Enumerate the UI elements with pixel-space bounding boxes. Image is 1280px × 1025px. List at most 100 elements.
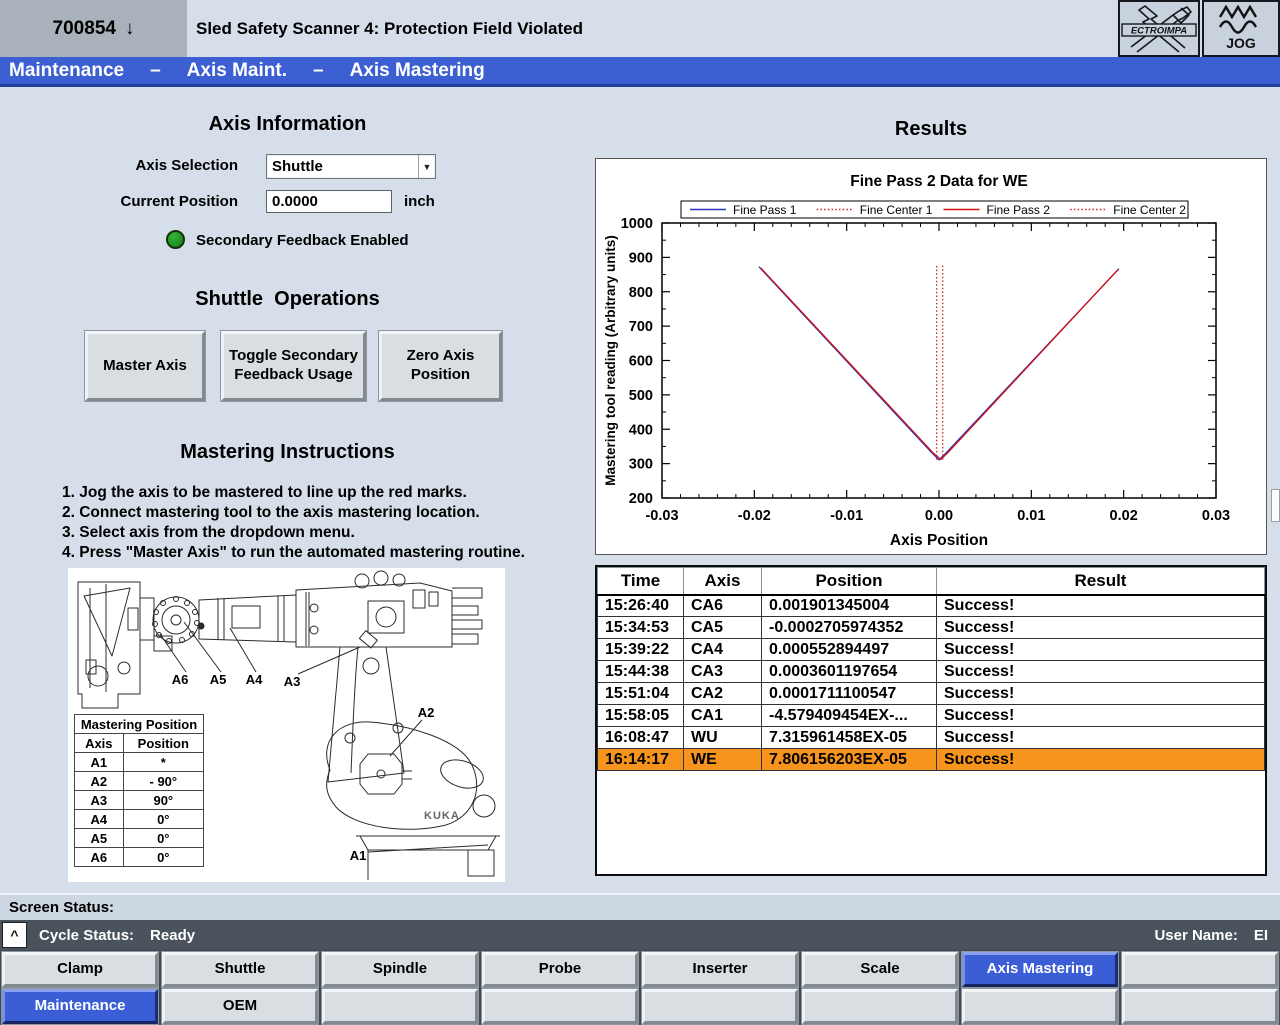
breadcrumb: Maintenance – Axis Maint. – Axis Masteri… bbox=[0, 57, 1280, 87]
robot-brand-label: KUKA bbox=[424, 810, 460, 822]
mastering-table-title: Mastering Position bbox=[75, 715, 204, 734]
chevron-down-icon[interactable]: ▼ bbox=[418, 155, 435, 178]
mastering-position-table: Mastering Position Axis Position A1*A2- … bbox=[74, 714, 204, 867]
bottom-tab-shuttle[interactable]: Shuttle bbox=[162, 952, 318, 987]
breadcrumb-axis-maint[interactable]: Axis Maint. bbox=[187, 60, 287, 82]
bottom-tab-oem[interactable]: OEM bbox=[162, 989, 318, 1024]
x-tick-label: 0.02 bbox=[1110, 508, 1138, 524]
program-id-box[interactable]: 700854 ↓ bbox=[0, 0, 187, 57]
hmi-screen: 700854 ↓ Sled Safety Scanner 4: Protecti… bbox=[0, 0, 1280, 1025]
results-position-cell: 0.0001711100547 bbox=[762, 683, 937, 705]
bottom-tab-empty[interactable] bbox=[482, 989, 638, 1024]
table-row[interactable]: 15:44:38CA30.0003601197654Success! bbox=[598, 661, 1265, 683]
bottom-tab-empty[interactable] bbox=[642, 989, 798, 1024]
mastering-position-cell: 0° bbox=[123, 848, 203, 867]
y-tick-label: 900 bbox=[629, 250, 653, 266]
y-tick-label: 1000 bbox=[621, 216, 653, 232]
instruction-step: 4. Press "Master Axis" to run the automa… bbox=[62, 543, 527, 563]
breadcrumb-maintenance[interactable]: Maintenance bbox=[9, 60, 124, 82]
table-row[interactable]: 16:14:17WE7.806156203EX-05Success! bbox=[598, 749, 1265, 771]
collapse-button[interactable]: ^ bbox=[2, 922, 27, 948]
instruction-step: 1. Jog the axis to be mastered to line u… bbox=[62, 483, 527, 503]
bottom-tab-inserter[interactable]: Inserter bbox=[642, 952, 798, 987]
bottom-tab-empty[interactable] bbox=[962, 989, 1118, 1024]
bottom-tab-empty[interactable] bbox=[1122, 952, 1278, 987]
bottom-tab-empty[interactable] bbox=[1122, 989, 1278, 1024]
master-axis-button[interactable]: Master Axis bbox=[85, 331, 205, 401]
results-col-header: Axis bbox=[684, 568, 762, 595]
scrollbar-fragment[interactable] bbox=[1271, 489, 1280, 522]
alarm-message: Sled Safety Scanner 4: Protection Field … bbox=[196, 0, 1076, 57]
bottom-tab-probe[interactable]: Probe bbox=[482, 952, 638, 987]
results-position-cell: 7.315961458EX-05 bbox=[762, 727, 937, 749]
axis-label-a2: A2 bbox=[418, 705, 435, 720]
results-position-cell: 0.000552894497 bbox=[762, 639, 937, 661]
cycle-status-value: Ready bbox=[150, 927, 195, 944]
mastering-position-cell: - 90° bbox=[123, 772, 203, 791]
jog-mode-button[interactable]: JOG bbox=[1202, 0, 1280, 57]
bottom-tab-empty[interactable] bbox=[322, 989, 478, 1024]
table-row[interactable]: 15:34:53CA5-0.0002705974352Success! bbox=[598, 617, 1265, 639]
operations-title: Shuttle Operations bbox=[85, 288, 490, 311]
bottom-tab-clamp[interactable]: Clamp bbox=[2, 952, 158, 987]
robot-diagram-panel: A6 A5 A4 A3 A2 A1 KUKA Mastering Positio… bbox=[68, 568, 505, 882]
program-id: 700854 bbox=[53, 18, 116, 40]
bottom-tab-spindle[interactable]: Spindle bbox=[322, 952, 478, 987]
current-position-field[interactable]: 0.0000 bbox=[266, 190, 392, 213]
user-name-label: User Name: bbox=[1154, 927, 1237, 944]
jog-label: JOG bbox=[1226, 35, 1256, 51]
secondary-feedback-led bbox=[166, 230, 185, 249]
bottom-tab-maintenance[interactable]: Maintenance bbox=[2, 989, 158, 1024]
results-axis-cell: CA5 bbox=[684, 617, 762, 639]
results-col-header: Result bbox=[937, 568, 1265, 595]
results-axis-cell: CA1 bbox=[684, 705, 762, 727]
results-position-cell: -0.0002705974352 bbox=[762, 617, 937, 639]
results-table: TimeAxisPositionResult 15:26:40CA60.0019… bbox=[597, 567, 1265, 771]
table-row[interactable]: 15:51:04CA20.0001711100547Success! bbox=[598, 683, 1265, 705]
screen-status-bar: Screen Status: bbox=[0, 893, 1280, 920]
axis-label-a6: A6 bbox=[172, 672, 189, 687]
electroimpact-logo-icon: ECTROIMPA bbox=[1121, 3, 1197, 55]
table-row[interactable]: 15:39:22CA40.000552894497Success! bbox=[598, 639, 1265, 661]
bottom-tab-empty[interactable] bbox=[802, 989, 958, 1024]
legend-entry: Fine Center 2 bbox=[1113, 203, 1186, 217]
legend-entry: Fine Center 1 bbox=[860, 203, 933, 217]
instruction-step: 3. Select axis from the dropdown menu. bbox=[62, 523, 527, 543]
down-arrow-icon: ↓ bbox=[125, 18, 135, 40]
results-time-cell: 16:14:17 bbox=[598, 749, 684, 771]
results-axis-cell: CA4 bbox=[684, 639, 762, 661]
mastering-instructions-list: 1. Jog the axis to be mastered to line u… bbox=[62, 483, 527, 564]
mastering-axis-cell: A5 bbox=[75, 829, 124, 848]
results-result-cell: Success! bbox=[937, 617, 1265, 639]
x-tick-label: -0.01 bbox=[830, 508, 863, 524]
results-result-cell: Success! bbox=[937, 727, 1265, 749]
results-result-cell: Success! bbox=[937, 683, 1265, 705]
mastering-position-cell: * bbox=[123, 753, 203, 772]
breadcrumb-axis-mastering[interactable]: Axis Mastering bbox=[350, 60, 485, 82]
fine-pass-chart: Fine Pass 2 Data for WEFine Pass 1Fine C… bbox=[596, 159, 1266, 554]
table-row[interactable]: 15:26:40CA60.001901345004Success! bbox=[598, 595, 1265, 617]
zero-axis-position-button[interactable]: Zero Axis Position bbox=[379, 331, 502, 401]
results-position-cell: -4.579409454EX-... bbox=[762, 705, 937, 727]
mastering-axis-cell: A3 bbox=[75, 791, 124, 810]
x-tick-label: 0.00 bbox=[925, 508, 953, 524]
electroimpact-logo-button[interactable]: ECTROIMPA bbox=[1118, 0, 1200, 57]
breadcrumb-separator: – bbox=[150, 60, 161, 82]
results-time-cell: 15:51:04 bbox=[598, 683, 684, 705]
axis-information-title: Axis Information bbox=[85, 113, 490, 136]
table-row[interactable]: 15:58:05CA1-4.579409454EX-...Success! bbox=[598, 705, 1265, 727]
bottom-tab-scale[interactable]: Scale bbox=[802, 952, 958, 987]
axis-label-a3: A3 bbox=[284, 674, 301, 689]
legend-entry: Fine Pass 1 bbox=[733, 203, 797, 217]
cycle-status-bar: ^ Cycle Status: Ready User Name: EI bbox=[0, 920, 1280, 950]
jog-icon: JOG bbox=[1211, 3, 1271, 55]
x-tick-label: -0.03 bbox=[645, 508, 678, 524]
bottom-tab-axis-mastering[interactable]: Axis Mastering bbox=[962, 952, 1118, 987]
results-axis-cell: CA3 bbox=[684, 661, 762, 683]
toggle-secondary-feedback-button[interactable]: Toggle Secondary Feedback Usage bbox=[221, 331, 366, 401]
results-time-cell: 16:08:47 bbox=[598, 727, 684, 749]
axis-selection-dropdown[interactable]: Shuttle ▼ bbox=[266, 154, 436, 179]
mastering-axis-cell: A1 bbox=[75, 753, 124, 772]
table-row[interactable]: 16:08:47WU7.315961458EX-05Success! bbox=[598, 727, 1265, 749]
axis-label-a5: A5 bbox=[210, 672, 227, 687]
